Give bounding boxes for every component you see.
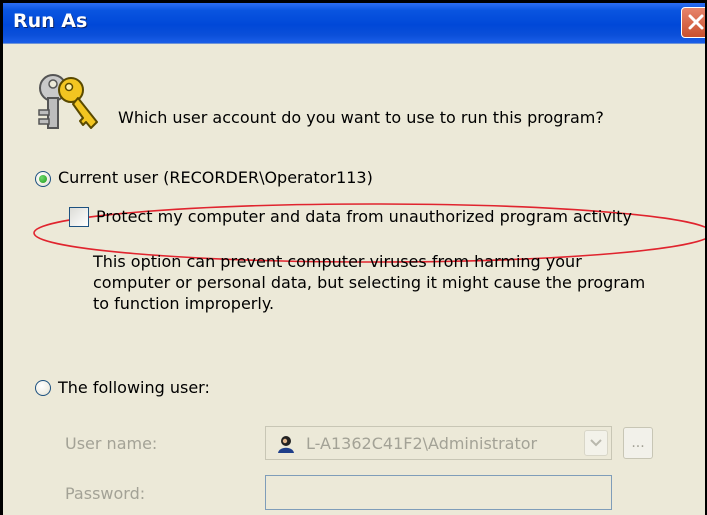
- close-icon: [688, 14, 704, 30]
- current-user-label[interactable]: Current user (RECORDER\Operator113): [58, 168, 373, 187]
- keys-icon: [38, 74, 98, 129]
- title-bar[interactable]: Run As: [3, 3, 705, 43]
- current-user-radio[interactable]: [35, 171, 51, 187]
- browse-users-button[interactable]: ...: [623, 427, 653, 459]
- following-user-label[interactable]: The following user:: [58, 378, 210, 397]
- radio-selected-dot: [39, 175, 47, 183]
- protect-checkbox[interactable]: [69, 207, 89, 227]
- password-label: Password:: [65, 484, 146, 503]
- following-user-radio[interactable]: [35, 380, 51, 396]
- description-line: This option can prevent computer viruses…: [93, 252, 582, 271]
- chevron-down-icon: [590, 439, 602, 447]
- dialog-body: Which user account do you want to use to…: [3, 43, 705, 515]
- username-combobox[interactable]: L-A1362C41F2\Administrator: [265, 426, 612, 460]
- description-line: to function improperly.: [93, 294, 275, 313]
- user-icon: [278, 436, 294, 453]
- protect-label[interactable]: Protect my computer and data from unauth…: [96, 207, 632, 226]
- username-value: L-A1362C41F2\Administrator: [306, 434, 538, 453]
- username-label: User name:: [65, 434, 158, 453]
- window-title: Run As: [13, 10, 88, 32]
- protect-description: This option can prevent computer viruses…: [93, 251, 705, 314]
- username-dropdown-button[interactable]: [584, 430, 608, 456]
- account-question: Which user account do you want to use to…: [118, 108, 604, 127]
- run-as-dialog: Run As Which user account do you want to…: [0, 0, 707, 515]
- password-field[interactable]: [265, 475, 612, 510]
- description-line: computer or personal data, but selecting…: [93, 273, 646, 292]
- close-button[interactable]: [681, 7, 705, 38]
